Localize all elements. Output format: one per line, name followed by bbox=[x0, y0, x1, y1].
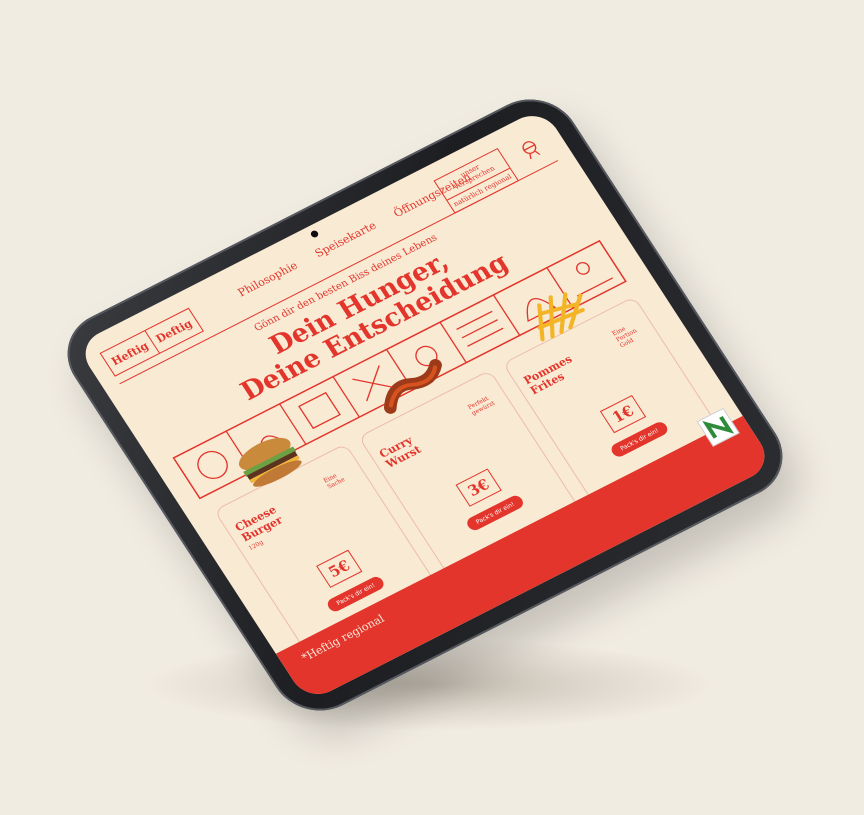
nav-item-speisekarte[interactable]: Speisekarte bbox=[313, 219, 379, 260]
product-subtitle: Eine Portion Gold bbox=[610, 325, 639, 350]
product-subtitle: Perfekt gewürzt bbox=[466, 395, 497, 417]
grill-icon[interactable] bbox=[514, 134, 546, 163]
product-subtitle: Eine Sache bbox=[322, 472, 347, 491]
tablet-screen: Heftig Deftig Philosophie Speisekarte Öf… bbox=[75, 107, 775, 703]
nav-item-philosophie[interactable]: Philosophie bbox=[235, 259, 300, 299]
product-price: 3€ bbox=[455, 468, 502, 507]
product-price: 5€ bbox=[316, 549, 363, 588]
product-price: 1€ bbox=[599, 394, 647, 434]
tablet-device: Heftig Deftig Philosophie Speisekarte Öf… bbox=[49, 83, 801, 727]
